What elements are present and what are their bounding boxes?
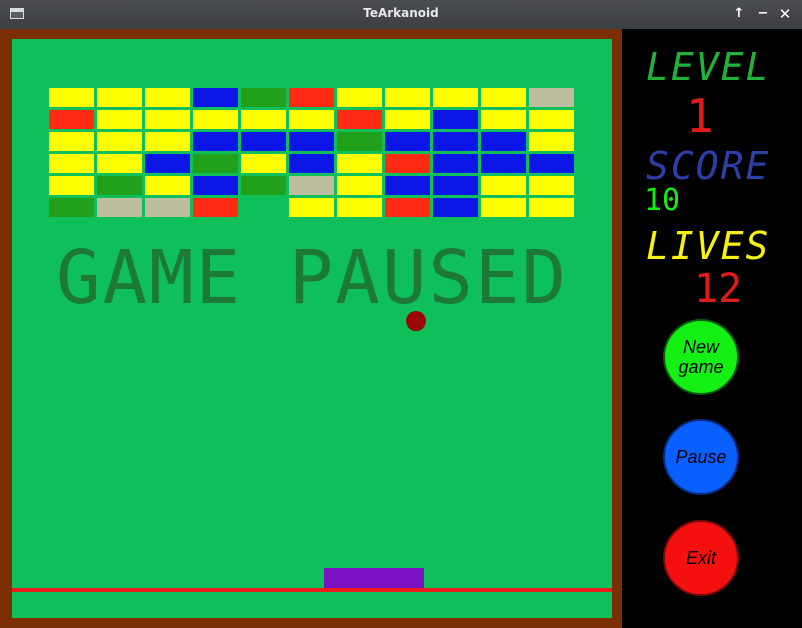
brick-darkgreen [49,198,94,217]
brick-yellow [49,132,94,151]
brick-blue [193,176,238,195]
exit-button[interactable]: Exit [663,520,739,596]
brick-blue [529,154,574,173]
brick-yellow [481,198,526,217]
brick-gray [289,176,334,195]
ball [406,311,426,331]
paddle[interactable] [324,568,424,589]
brick-yellow [289,198,334,217]
floor-line [12,588,612,592]
new-game-button[interactable]: New game [663,319,739,395]
pause-button-label: Pause [675,446,727,467]
window-titlebar: TeArkanoid ↑ − ✕ [0,0,802,29]
game-board[interactable]: GAME PAUSED [12,39,612,618]
brick-gray [97,198,142,217]
brick-yellow [337,154,382,173]
brick-yellow [97,110,142,129]
brick-yellow [481,88,526,107]
brick-yellow [49,88,94,107]
brick-darkgreen [241,88,286,107]
brick-blue [433,110,478,129]
pause-button[interactable]: Pause [663,419,739,495]
brick-blue [433,176,478,195]
brick-gray [529,88,574,107]
brick-yellow [481,110,526,129]
brick-blue [481,132,526,151]
brick-blue [145,154,190,173]
level-value: 1 [686,89,714,143]
score-value: 10 [644,183,681,218]
brick-red [337,110,382,129]
brick-yellow [481,176,526,195]
brick-darkgreen [97,176,142,195]
brick-yellow [193,110,238,129]
brick-yellow [49,176,94,195]
lives-label: LIVES [646,224,771,268]
game-paused-text: GAME PAUSED [55,235,569,321]
brick-blue [433,132,478,151]
new-game-label-line1: New [682,337,719,357]
brick-gray [145,198,190,217]
brick-yellow [529,198,574,217]
brick-red [193,198,238,217]
brick-blue [385,132,430,151]
brick-yellow [145,88,190,107]
brick-yellow [337,88,382,107]
brick-yellow [433,88,478,107]
brick-blue [193,88,238,107]
brick-yellow [529,132,574,151]
brick-blue [289,154,334,173]
brick-red [385,154,430,173]
brick-yellow [97,88,142,107]
brick-red [385,198,430,217]
brick-blue [193,132,238,151]
brick-blue [481,154,526,173]
brick-red [289,88,334,107]
side-panel: LEVEL 1 SCORE 10 LIVES 12 New game Pause… [622,29,802,628]
brick-yellow [529,176,574,195]
brick-yellow [241,110,286,129]
brick-blue [433,154,478,173]
brick-yellow [145,132,190,151]
brick-yellow [337,176,382,195]
brick-red [49,110,94,129]
brick-yellow [49,154,94,173]
keep-above-icon[interactable]: ↑ [731,5,747,23]
score-label: SCORE [646,144,771,188]
level-label: LEVEL [646,45,771,89]
brick-blue [289,132,334,151]
window-title: TeArkanoid [363,6,439,20]
brick-darkgreen [241,176,286,195]
brick-yellow [241,154,286,173]
brick-yellow [385,88,430,107]
exit-button-label: Exit [685,547,716,568]
brick-yellow [289,110,334,129]
brick-darkgreen [337,132,382,151]
new-game-label-line2: game [678,357,724,377]
brick-blue [433,198,478,217]
brick-yellow [145,176,190,195]
brick-yellow [97,154,142,173]
brick-yellow [145,110,190,129]
brick-yellow [529,110,574,129]
brick-darkgreen [193,154,238,173]
brick-yellow [385,110,430,129]
close-icon[interactable]: ✕ [777,5,793,23]
brick-blue [241,132,286,151]
brick-yellow [97,132,142,151]
brick-yellow [337,198,382,217]
minimize-icon[interactable]: − [755,5,771,23]
brick-blue [385,176,430,195]
lives-value: 12 [694,266,743,312]
